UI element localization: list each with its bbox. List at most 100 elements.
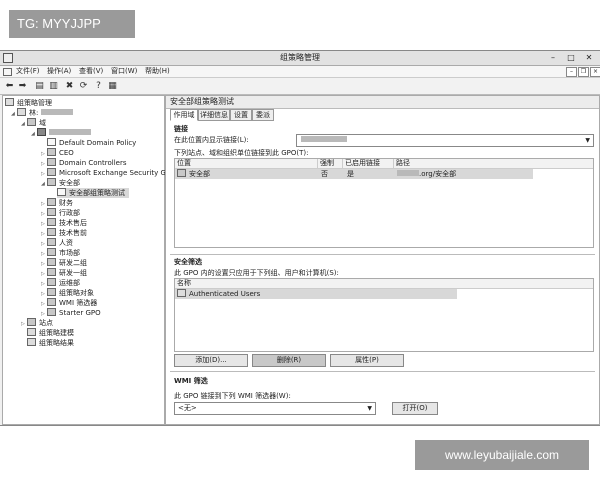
menu-file[interactable]: 文件(F)	[16, 66, 40, 77]
table-row[interactable]: 安全部 否 是 .org/安全部	[175, 169, 533, 179]
menu-action[interactable]: 操作(A)	[47, 66, 71, 77]
refresh-icon[interactable]: ⟳	[78, 81, 89, 91]
tree-item-label: 站点	[39, 319, 53, 327]
links-location-dropdown[interactable]: ▼	[296, 134, 594, 147]
path-cell-text: .org/安全部	[419, 170, 457, 178]
tree-item-modeling[interactable]: 组策略建模	[27, 328, 74, 338]
tree-item-admin[interactable]: ▷ 行政部	[41, 208, 80, 218]
tree-item-label: 研发一组	[59, 269, 87, 277]
sites-icon	[27, 318, 36, 326]
menu-view[interactable]: 查看(V)	[79, 66, 103, 77]
tree-item-label: 组策略对象	[59, 289, 94, 297]
mdi-close-button[interactable]: ×	[590, 67, 600, 77]
title-bar: 组策略管理 – □ ✕	[0, 51, 600, 66]
tab-scope[interactable]: 作用域	[170, 109, 198, 121]
security-filtering-description: 此 GPO 内的设置只应用于下列组、用户和计算机(S):	[174, 269, 339, 277]
tree-forest[interactable]: ◢ 林:	[11, 108, 73, 118]
tree-item-label: 市场部	[59, 249, 80, 257]
tree-root[interactable]: 组策略管理	[5, 98, 52, 108]
remove-button[interactable]: 删除(R)	[252, 354, 326, 367]
minimize-button[interactable]: –	[544, 51, 562, 64]
console-tree: 组策略管理 ◢ 林: ◢ 域 ◢ Default Domain Policy ▷ CE…	[2, 95, 169, 425]
column-header-name[interactable]: 名称	[175, 279, 457, 288]
redacted-text	[301, 136, 347, 142]
tree-domains[interactable]: ◢ 域	[21, 118, 46, 128]
menu-window[interactable]: 窗口(W)	[111, 66, 137, 77]
tree-item-rd2[interactable]: ▷ 研发二组	[41, 258, 87, 268]
tree-item-label: 安全部组策略测试	[69, 189, 125, 197]
tree-item-starter-gpo[interactable]: ▷ Starter GPO	[41, 308, 101, 318]
help-icon[interactable]: ?	[93, 81, 104, 91]
tree-item-label: WMI 筛选器	[59, 299, 98, 307]
tree-item-label: Domain Controllers	[59, 159, 127, 167]
column-header-path[interactable]: 路径	[393, 159, 536, 168]
forward-icon[interactable]: ➡	[17, 81, 28, 91]
section-divider	[170, 254, 595, 255]
maximize-button[interactable]: □	[562, 51, 580, 64]
starter-gpo-icon	[47, 308, 56, 316]
back-icon[interactable]: ⬅	[4, 81, 15, 91]
section-divider	[170, 371, 595, 372]
tree-item-tech-pre-sale[interactable]: ▷ 技术售前	[41, 228, 87, 238]
tree-item-sites[interactable]: ▷ 站点	[21, 318, 53, 328]
tree-item-wmi-filters[interactable]: ▷ WMI 筛选器	[41, 298, 97, 308]
tree-item-marketing[interactable]: ▷ 市场部	[41, 248, 80, 258]
tree-item-hr[interactable]: ▷ 人资	[41, 238, 73, 248]
tree-item-label: 财务	[59, 199, 73, 207]
up-folder-icon[interactable]: ▤	[34, 81, 45, 91]
close-button[interactable]: ✕	[580, 51, 598, 64]
wmi-filter-dropdown[interactable]: <无> ▼	[174, 402, 376, 415]
redacted-text	[40, 109, 73, 115]
properties-button[interactable]: 属性(P)	[330, 354, 404, 367]
tab-delegation[interactable]: 委派	[252, 109, 274, 121]
window-title: 组策略管理	[280, 53, 320, 62]
properties-icon[interactable]: ▦	[107, 81, 118, 91]
links-location-label: 在此位置内显示链接(L):	[174, 136, 249, 144]
gpo-link-icon	[57, 188, 66, 196]
gpmc-icon	[5, 98, 14, 106]
tree-domain[interactable]: ◢	[31, 128, 91, 138]
tree-item-label: 组策略建模	[39, 329, 74, 337]
show-tree-icon[interactable]: ▥	[48, 81, 59, 91]
ou-icon	[47, 178, 56, 186]
path-cell: .org/安全部	[397, 169, 456, 179]
tab-details[interactable]: 详细信息	[198, 109, 230, 121]
menu-bar: 文件(F) 操作(A) 查看(V) 窗口(W) 帮助(H) – ❐ ×	[0, 66, 600, 78]
tree-item-tech-after-sale[interactable]: ▷ 技术售后	[41, 218, 87, 228]
tree-item-gpo-objects[interactable]: ▷ 组策略对象	[41, 288, 94, 298]
menu-help[interactable]: 帮助(H)	[145, 66, 170, 77]
open-button[interactable]: 打开(O)	[392, 402, 438, 415]
column-header-link-enabled[interactable]: 已启用链接	[342, 159, 393, 168]
redacted-text	[49, 129, 91, 135]
tree-item-rd1[interactable]: ▷ 研发一组	[41, 268, 87, 278]
tree-item-exchange-security[interactable]: ▷ Microsoft Exchange Security Gr	[41, 168, 169, 178]
chevron-down-icon[interactable]: ▼	[585, 135, 590, 146]
gpmc-window: 组策略管理 – □ ✕ 文件(F) 操作(A) 查看(V) 窗口(W) 帮助(H…	[0, 50, 600, 426]
modeling-icon	[27, 328, 36, 336]
add-button[interactable]: 添加(D)...	[174, 354, 248, 367]
ou-icon	[47, 278, 56, 286]
tree-item-results[interactable]: 组策略结果	[27, 338, 74, 348]
name-cell: Authenticated Users	[177, 289, 260, 299]
mdi-restore-button[interactable]: ❐	[578, 67, 589, 77]
delete-icon[interactable]: ✖	[64, 81, 75, 91]
tab-settings[interactable]: 设置	[230, 109, 252, 121]
tree-item-label: 技术售后	[59, 219, 87, 227]
table-row[interactable]: Authenticated Users	[175, 289, 457, 299]
tree-item-ceo[interactable]: ▷ CEO	[41, 148, 74, 158]
ou-icon	[47, 168, 56, 176]
chevron-down-icon[interactable]: ▼	[367, 403, 372, 414]
ou-icon	[47, 228, 56, 236]
tree-item-domain-controllers[interactable]: ▷ Domain Controllers	[41, 158, 126, 168]
tree-item-security-test[interactable]: 安全部组策略测试	[57, 188, 129, 198]
tree-item-security-dept[interactable]: ◢ 安全部	[41, 178, 80, 188]
column-header-enforced[interactable]: 强制	[317, 159, 342, 168]
watermark-website: www.leyubaijiale.com	[415, 440, 589, 470]
tree-item-finance[interactable]: ▷ 财务	[41, 198, 73, 208]
enforced-cell: 否	[321, 170, 328, 178]
column-header-location[interactable]: 位置	[175, 159, 317, 168]
tree-item-default-domain-policy[interactable]: Default Domain Policy	[47, 138, 136, 148]
mdi-minimize-button[interactable]: –	[566, 67, 577, 77]
ou-icon	[47, 208, 56, 216]
tree-item-ops[interactable]: ▷ 运维部	[41, 278, 80, 288]
